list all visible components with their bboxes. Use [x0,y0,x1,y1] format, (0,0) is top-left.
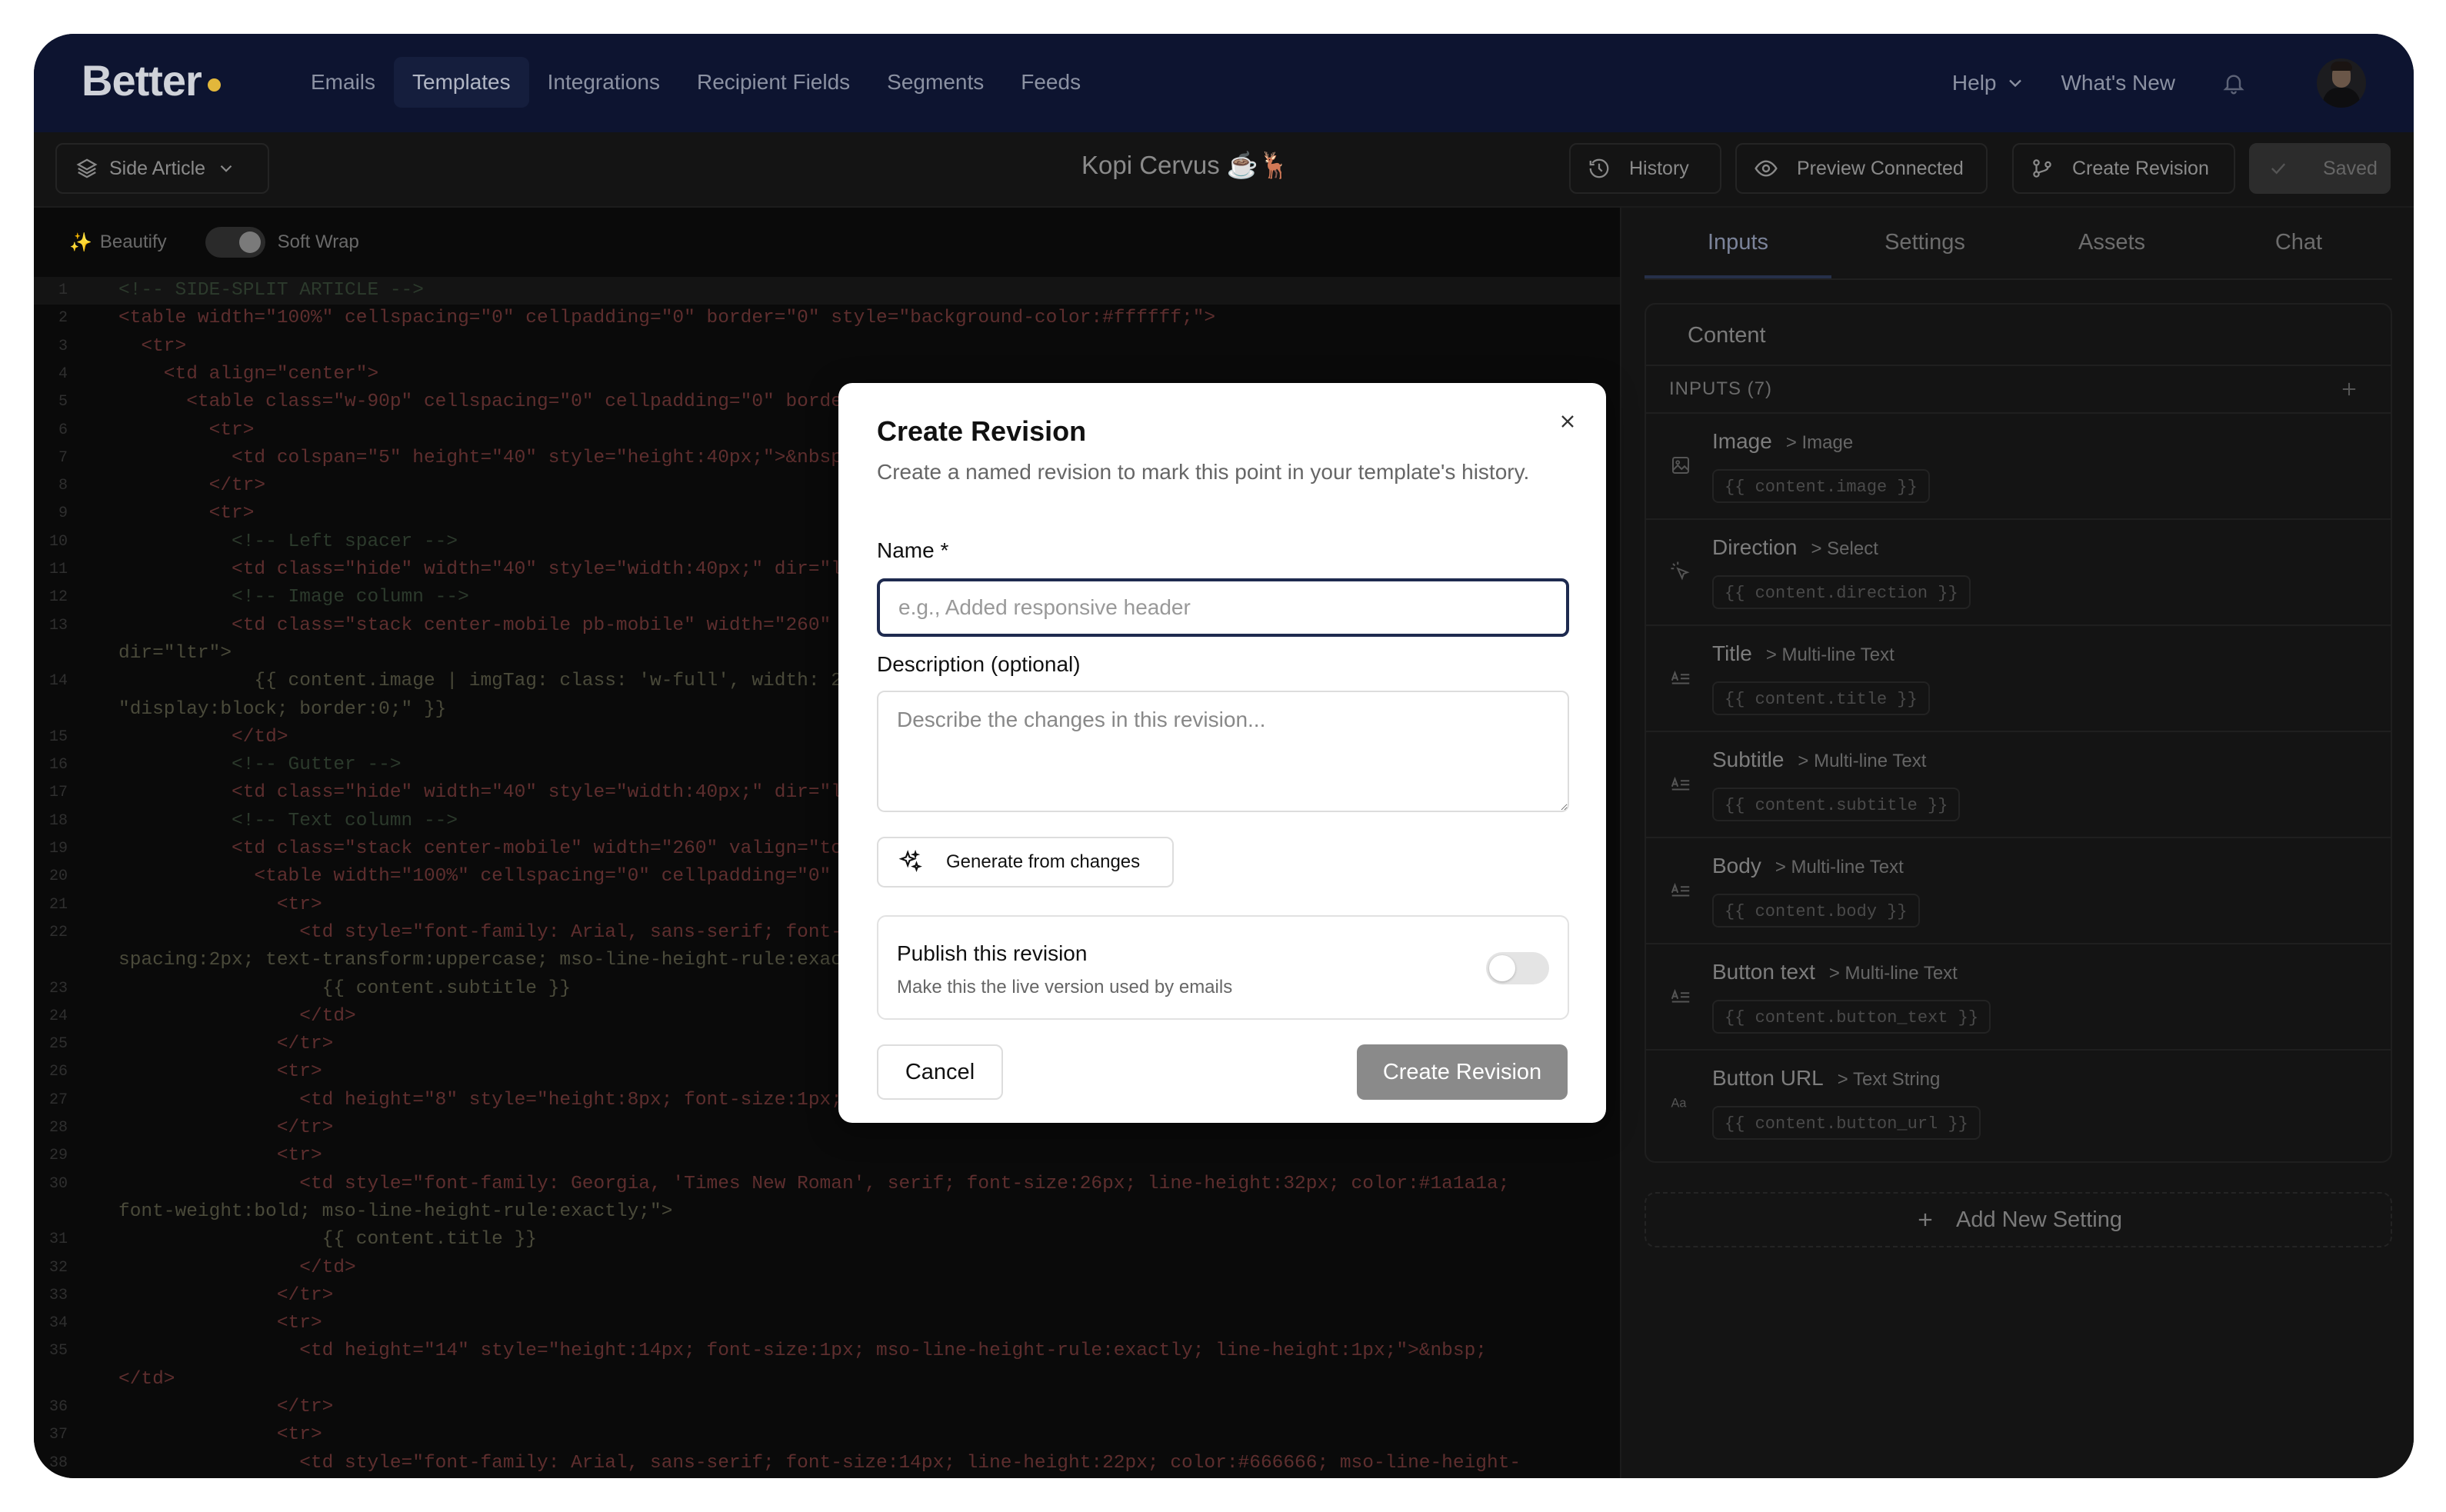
sparkles-icon [898,849,922,873]
create-revision-submit-button[interactable]: Create Revision [1357,1044,1568,1100]
publish-option: Publish this revision Make this the live… [877,915,1569,1020]
description-label: Description (optional) [877,652,1081,676]
app-window: Better Emails Templates Integrations Rec… [34,34,2414,1478]
close-icon[interactable] [1552,406,1583,437]
dialog-title: Create Revision [877,415,1087,447]
publish-subtitle: Make this the live version used by email… [897,977,1233,997]
name-label: Name * [877,538,949,562]
publish-toggle[interactable] [1486,952,1549,984]
description-input[interactable] [877,691,1569,812]
generate-from-changes-button[interactable]: Generate from changes [877,837,1174,888]
create-revision-dialog: Create Revision Create a named revision … [838,383,1606,1123]
name-input[interactable] [877,578,1569,637]
publish-title: Publish this revision [897,941,1088,965]
cancel-button[interactable]: Cancel [877,1044,1003,1100]
dialog-description: Create a named revision to mark this poi… [877,460,1530,484]
generate-label: Generate from changes [946,851,1141,872]
